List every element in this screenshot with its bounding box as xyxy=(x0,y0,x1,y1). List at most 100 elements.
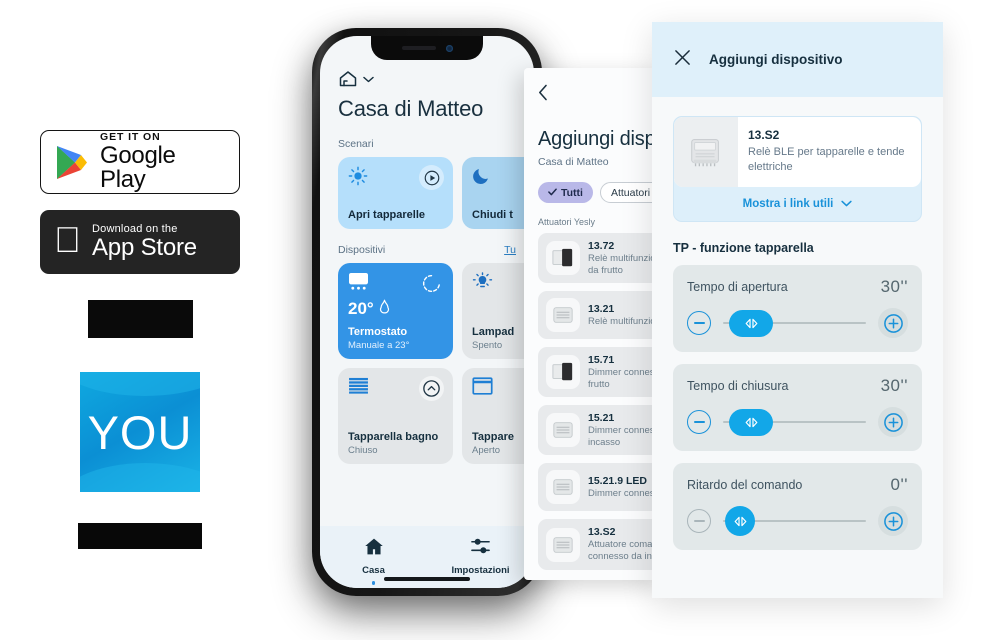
tab-label: Casa xyxy=(362,565,385,576)
slider-card-tempo-chiusura: Tempo di chiusura 30'' xyxy=(673,364,922,451)
add-device-list-panel: Aggiungi dispos Casa di Matteo Tutti Att… xyxy=(524,68,664,580)
earpiece-speaker-icon xyxy=(401,46,436,50)
plus-button[interactable] xyxy=(878,407,908,437)
device-card-subtitle: Aperto xyxy=(472,445,500,456)
refresh-icon[interactable] xyxy=(419,271,444,296)
phone-notch xyxy=(371,36,483,60)
page-title: Casa di Matteo xyxy=(338,96,484,121)
device-card-subtitle: Manuale a 23° xyxy=(348,340,410,351)
front-camera-icon xyxy=(445,44,453,52)
slider-label: Tempo di apertura xyxy=(687,280,788,294)
bottom-tab-bar: Casa Impostazioni xyxy=(320,526,534,588)
device-card-tapparella-bagno[interactable]: Tapparella bagno Chiuso xyxy=(338,368,453,464)
slider-value: 0'' xyxy=(890,475,908,494)
close-icon[interactable] xyxy=(674,49,691,70)
app-store-big-label: App Store xyxy=(65,234,197,261)
chip-tutti[interactable]: Tutti xyxy=(538,182,593,203)
dispositivi-section-label: Dispositivi xyxy=(338,244,386,256)
detail-panel-header: Aggiungi dispositivo xyxy=(652,22,943,97)
device-card-title: Lampad xyxy=(472,326,515,338)
slider-track[interactable] xyxy=(723,408,866,436)
plus-button[interactable] xyxy=(878,506,908,536)
google-play-icon xyxy=(55,144,89,181)
slider-label: Ritardo del comando xyxy=(687,478,803,492)
shutter-closed-icon xyxy=(348,377,369,398)
flame-icon xyxy=(378,299,391,319)
slider-label: Tempo di chiusura xyxy=(687,379,789,393)
minus-icon xyxy=(693,421,705,423)
chevron-up-icon[interactable] xyxy=(419,376,444,401)
moon-icon xyxy=(472,169,492,190)
add-device-detail-panel: Aggiungi dispositivo 13.S2 Relè BLE per … xyxy=(652,22,943,598)
tab-impostazioni[interactable]: Impostazioni xyxy=(427,537,534,576)
list-item[interactable]: 15.21.9 LED Dimmer connesso xyxy=(538,463,664,512)
slider-thumb[interactable] xyxy=(729,309,773,337)
device-temperature-value: 20° xyxy=(348,299,391,319)
show-useful-links-label: Mostra i link utili xyxy=(742,198,834,210)
plus-button[interactable] xyxy=(878,308,908,338)
google-play-badge[interactable]: GET IT ON Google Play xyxy=(40,130,240,194)
product-description: Relè BLE per tapparelle e tende elettric… xyxy=(748,146,905,173)
list-item[interactable]: 15.21 Dimmer connesso incasso xyxy=(538,405,664,456)
lamp-icon xyxy=(472,272,493,297)
thermostat-icon xyxy=(348,272,369,295)
play-scene-button[interactable] xyxy=(419,165,444,190)
apple-logo-icon:  xyxy=(54,222,81,258)
store-badges: GET IT ON Google Play  Download on the … xyxy=(40,130,245,274)
scene-card-apri-tapparelle[interactable]: Apri tapparelle xyxy=(338,157,453,229)
device-card-termostato[interactable]: 20° Termostato Manuale a 23° xyxy=(338,263,453,359)
home-indicator xyxy=(384,577,470,581)
home-icon xyxy=(364,537,384,561)
list-item[interactable]: 13.S2 Attuatore comando connesso da inca… xyxy=(538,519,664,570)
phone-mockup: Casa di Matteo Scenari Apri tapparelle C… xyxy=(312,28,542,596)
sun-icon xyxy=(348,166,368,190)
chevron-down-icon xyxy=(363,70,374,88)
dispositivi-see-all-link[interactable]: Tu xyxy=(504,244,516,256)
scene-card-label: Chiudi t xyxy=(472,209,513,221)
page-root: GET IT ON Google Play  Download on the … xyxy=(0,0,1000,640)
list-item[interactable]: 15.71 Dimmer connesso frutto xyxy=(538,347,664,398)
device-card-title: Tappare xyxy=(472,431,514,443)
home-selector[interactable] xyxy=(338,70,516,88)
detail-panel-title: Aggiungi dispositivo xyxy=(709,52,843,67)
slider-card-ritardo-comando: Ritardo del comando 0'' xyxy=(673,463,922,550)
google-play-text: GET IT ON Google Play xyxy=(100,132,225,193)
device-card-title: Termostato xyxy=(348,326,408,338)
google-play-small-label: GET IT ON xyxy=(100,130,161,143)
minus-button[interactable] xyxy=(687,311,711,335)
panel-subtitle: Casa di Matteo xyxy=(538,156,609,168)
slider-track[interactable] xyxy=(723,506,866,536)
google-play-big-label: Google Play xyxy=(100,142,176,194)
slider-value: 30'' xyxy=(880,376,908,395)
slider-card-tempo-apertura: Tempo di apertura 30'' xyxy=(673,265,922,352)
product-card: 13.S2 Relè BLE per tapparelle e tende el… xyxy=(673,116,922,222)
scene-card-label: Apri tapparelle xyxy=(348,209,426,221)
devices-row-1: 20° Termostato Manuale a 23° Lampad Spen… xyxy=(338,263,534,368)
group-label: Attuatori Yesly xyxy=(538,217,596,227)
slider-header: Ritardo del comando 0'' xyxy=(687,475,908,495)
list-item[interactable]: 13.72 Relè multifunzione da frutto xyxy=(538,233,664,284)
slider-thumb[interactable] xyxy=(729,408,773,436)
device-card-subtitle: Chiuso xyxy=(348,445,378,456)
chevron-left-icon[interactable] xyxy=(538,84,664,104)
filter-chips: Tutti Attuatori Yesly xyxy=(538,182,664,203)
list-item[interactable]: 13.21 Relè multifunzione xyxy=(538,291,664,340)
device-thumbnail-icon xyxy=(546,241,580,276)
app-store-badge[interactable]:  Download on the App Store xyxy=(40,210,240,274)
chip-label: Tutti xyxy=(561,186,583,199)
slider-track[interactable] xyxy=(723,309,866,337)
slider-thumb[interactable] xyxy=(725,506,755,536)
minus-button[interactable] xyxy=(687,410,711,434)
device-thumbnail-icon xyxy=(546,413,580,448)
device-thumbnail-icon xyxy=(546,470,580,505)
redacted-block-top xyxy=(88,300,193,338)
chevron-down-icon xyxy=(841,198,853,210)
shutter-open-icon xyxy=(472,377,493,400)
you-logo-label: YOU xyxy=(87,405,193,459)
device-card-subtitle: Spento xyxy=(472,340,503,351)
show-useful-links-button[interactable]: Mostra i link utili xyxy=(674,187,921,221)
product-top: 13.S2 Relè BLE per tapparelle e tende el… xyxy=(674,117,921,187)
panel-title: Aggiungi dispos xyxy=(538,128,664,150)
app-home-screen: Casa di Matteo Scenari Apri tapparelle C… xyxy=(320,36,534,588)
you-app-logo[interactable]: YOU xyxy=(80,372,200,492)
